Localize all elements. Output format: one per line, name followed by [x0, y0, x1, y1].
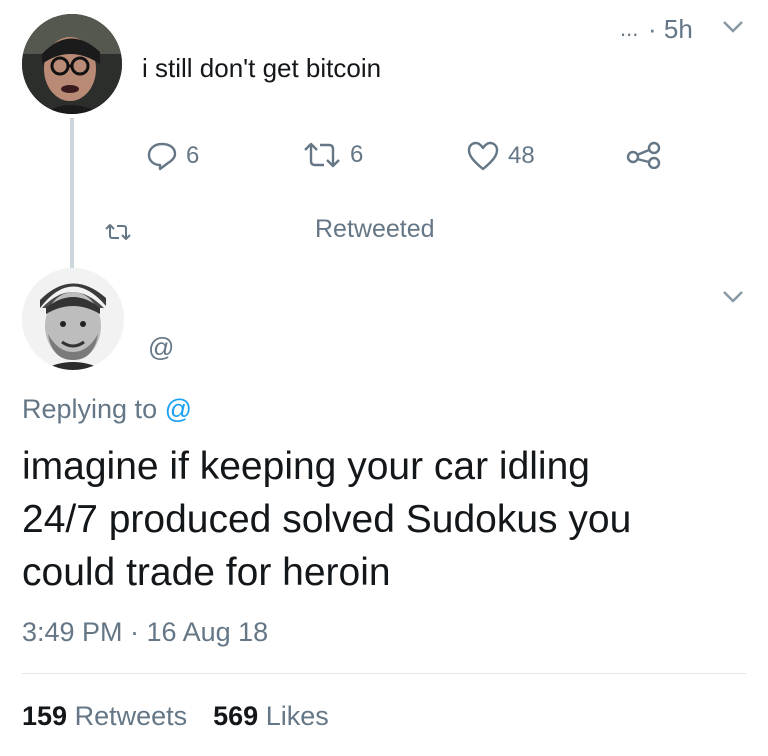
- likes-stat[interactable]: 569 Likes: [213, 701, 329, 732]
- retweet-count: 6: [350, 141, 364, 168]
- share-icon: [626, 141, 662, 169]
- reply-icon: [146, 141, 178, 171]
- replying-to: Replying to @: [22, 394, 192, 425]
- retweet-icon: [302, 141, 342, 169]
- likes-label: Likes: [265, 701, 329, 731]
- avatar[interactable]: [22, 14, 122, 114]
- retweets-stat[interactable]: 159 Retweets: [22, 701, 187, 732]
- retweets-label: Retweets: [74, 701, 188, 731]
- tweet-text: i still don't get bitcoin: [142, 53, 382, 83]
- like-count: 48: [508, 142, 535, 169]
- tweet-text-line: could trade for heroin: [22, 551, 391, 594]
- tweet-time[interactable]: · 5h: [648, 14, 693, 45]
- thread-line: [70, 118, 74, 268]
- avatar-image: [22, 14, 122, 114]
- likes-count: 569: [213, 701, 259, 731]
- more-menu-dots[interactable]: ...: [620, 16, 638, 42]
- share-button[interactable]: [626, 141, 662, 169]
- tweet-text-line: imagine if keeping your car idling: [22, 445, 590, 488]
- like-button[interactable]: 48: [466, 141, 535, 171]
- retweets-count: 159: [22, 701, 68, 731]
- tweet-timestamp[interactable]: 3:49 PM · 16 Aug 18: [22, 617, 268, 648]
- avatar-image: [22, 268, 124, 370]
- tweet-text-line: 24/7 produced solved Sudokus you: [22, 498, 632, 541]
- retweet-button[interactable]: 6: [302, 141, 363, 169]
- retweeted-icon: [104, 222, 132, 247]
- author-handle[interactable]: @: [148, 332, 174, 363]
- chevron-down-icon[interactable]: [722, 20, 744, 39]
- reply-button[interactable]: 6: [146, 141, 199, 171]
- retweeted-label: Retweeted: [315, 215, 435, 243]
- tweet-stats: 159 Retweets 569 Likes: [22, 701, 329, 732]
- replying-prefix: Replying to: [22, 394, 165, 424]
- main-tweet-text: imagine if keeping your car idling 24/7 …: [22, 440, 762, 599]
- divider: [22, 673, 746, 674]
- chevron-down-icon[interactable]: [722, 290, 744, 309]
- reply-count: 6: [186, 142, 200, 169]
- avatar[interactable]: [22, 268, 124, 370]
- heart-icon: [466, 141, 500, 171]
- replying-handle-link[interactable]: @: [165, 394, 192, 424]
